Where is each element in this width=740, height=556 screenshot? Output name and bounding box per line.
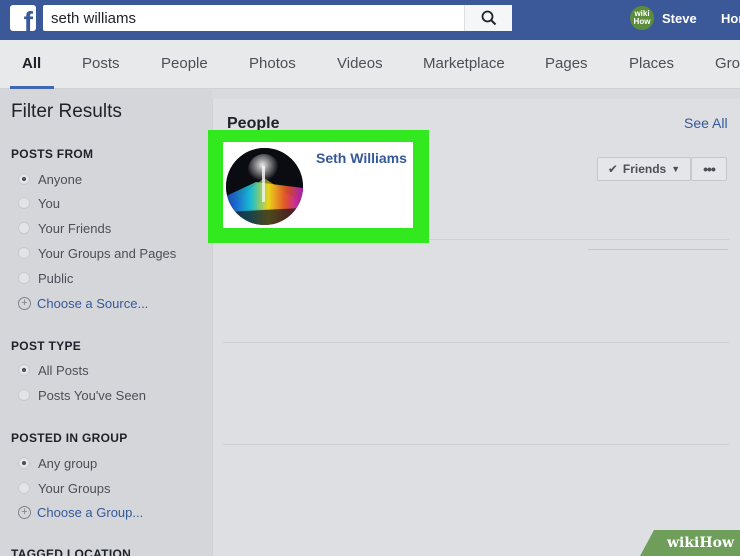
filter-title: Filter Results bbox=[11, 101, 122, 122]
filter-option-public[interactable]: Public bbox=[18, 270, 73, 286]
tab-videos[interactable]: Videos bbox=[337, 55, 383, 72]
tab-all[interactable]: All bbox=[22, 55, 41, 72]
option-label: All Posts bbox=[38, 362, 89, 378]
profile-shortcut[interactable]: wiki How Steve bbox=[630, 5, 697, 31]
filter-option-any-group[interactable]: Any group bbox=[18, 455, 97, 471]
choose-group-link[interactable]: + Choose a Group... bbox=[18, 504, 143, 520]
option-label: Your Groups and Pages bbox=[38, 245, 177, 261]
avatar: wiki How bbox=[630, 6, 654, 30]
avatar-text: wiki How bbox=[633, 9, 651, 26]
top-bar: f wiki How Steve Home bbox=[0, 0, 740, 40]
friends-button[interactable]: ✔ Friends ▼ bbox=[597, 157, 691, 181]
tab-people[interactable]: People bbox=[161, 55, 208, 72]
option-label: You bbox=[38, 195, 60, 211]
filter-sidebar: Filter Results POSTS FROM Anyone You You… bbox=[0, 89, 212, 556]
radio-selected-icon bbox=[18, 173, 30, 185]
filter-option-all-posts[interactable]: All Posts bbox=[18, 362, 89, 378]
filter-option-you[interactable]: You bbox=[18, 195, 60, 211]
posted-in-group-header: POSTED IN GROUP bbox=[11, 431, 128, 445]
user-name: Steve bbox=[662, 10, 697, 26]
watermark-text: wikiHow bbox=[666, 535, 734, 551]
option-label: Any group bbox=[38, 455, 98, 471]
radio-icon bbox=[18, 222, 30, 234]
filter-option-posts-seen[interactable]: Posts You've Seen bbox=[18, 387, 146, 403]
wikihow-watermark: wikiHow bbox=[640, 530, 740, 556]
filter-option-your-groups-pages[interactable]: Your Groups and Pages bbox=[18, 245, 176, 261]
filter-option-your-groups[interactable]: Your Groups bbox=[18, 480, 111, 496]
see-all-link[interactable]: See All bbox=[684, 115, 728, 131]
plus-circle-icon: + bbox=[18, 505, 31, 519]
search-button[interactable] bbox=[464, 5, 512, 31]
result-divider bbox=[223, 342, 729, 343]
radio-selected-icon bbox=[18, 457, 30, 469]
search-input[interactable] bbox=[43, 5, 463, 31]
radio-icon bbox=[18, 272, 30, 284]
radio-icon bbox=[18, 247, 30, 259]
tab-photos[interactable]: Photos bbox=[249, 55, 296, 72]
profile-photo-image bbox=[226, 148, 303, 225]
filter-option-anyone[interactable]: Anyone bbox=[18, 171, 82, 187]
result-divider bbox=[223, 444, 729, 445]
option-label: Posts You've Seen bbox=[38, 387, 147, 403]
next-result-button-edge bbox=[588, 249, 728, 255]
choose-source-label: Choose a Source... bbox=[37, 295, 149, 311]
check-icon: ✔ bbox=[607, 162, 618, 176]
posts-from-header: POSTS FROM bbox=[11, 147, 94, 161]
option-label: Anyone bbox=[38, 171, 83, 187]
caret-down-icon: ▼ bbox=[671, 164, 681, 174]
tab-marketplace[interactable]: Marketplace bbox=[423, 55, 505, 72]
choose-source-link[interactable]: + Choose a Source... bbox=[18, 295, 148, 311]
friends-label: Friends bbox=[622, 162, 667, 176]
radio-icon bbox=[18, 197, 30, 209]
choose-group-label: Choose a Group... bbox=[37, 504, 144, 520]
search-box bbox=[43, 5, 512, 31]
profile-picture[interactable] bbox=[226, 148, 303, 225]
option-label: Public bbox=[38, 270, 74, 286]
tab-places[interactable]: Places bbox=[629, 55, 674, 72]
radio-selected-icon bbox=[18, 364, 30, 376]
tab-bar: All Posts People Photos Videos Marketpla… bbox=[0, 40, 740, 89]
facebook-logo-letter: f bbox=[23, 6, 33, 32]
post-type-header: POST TYPE bbox=[11, 339, 82, 353]
home-link[interactable]: Home bbox=[721, 11, 740, 26]
tab-pages[interactable]: Pages bbox=[545, 55, 588, 72]
radio-icon bbox=[18, 389, 30, 401]
person-name-link[interactable]: Seth Williams bbox=[316, 150, 407, 166]
more-icon: ••• bbox=[703, 161, 716, 177]
filter-option-your-friends[interactable]: Your Friends bbox=[18, 220, 111, 236]
tab-groups[interactable]: Groups bbox=[715, 55, 740, 72]
more-options-button[interactable]: ••• bbox=[691, 157, 727, 181]
tagged-location-header: TAGGED LOCATION bbox=[11, 547, 132, 556]
facebook-logo[interactable]: f bbox=[10, 5, 36, 31]
plus-circle-icon: + bbox=[18, 296, 31, 310]
tab-posts[interactable]: Posts bbox=[82, 55, 120, 72]
search-icon bbox=[481, 10, 496, 26]
option-label: Your Groups bbox=[38, 480, 111, 496]
option-label: Your Friends bbox=[38, 220, 112, 236]
radio-icon bbox=[18, 482, 30, 494]
